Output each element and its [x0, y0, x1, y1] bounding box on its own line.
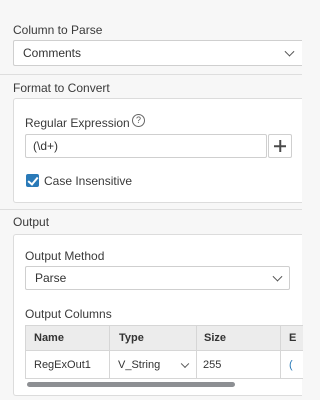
chevron-down-icon[interactable] [180, 359, 190, 368]
column-header-size: Size [204, 332, 227, 344]
chevron-down-icon [284, 46, 295, 57]
column-header-type: Type [119, 332, 144, 344]
chevron-down-icon [272, 271, 283, 282]
column-header-name: Name [34, 332, 64, 344]
column-to-parse-select[interactable]: Comments [13, 40, 302, 66]
case-insensitive-checkbox[interactable] [26, 174, 39, 187]
output-method-select[interactable]: Parse [25, 266, 290, 290]
section-divider [0, 74, 302, 75]
row-extra-cell[interactable]: ( [289, 351, 293, 378]
horizontal-scrollbar[interactable] [25, 382, 303, 387]
column-separator [280, 326, 281, 350]
column-to-parse-value: Comments [23, 46, 82, 60]
format-to-convert-label: Format to Convert [13, 81, 110, 95]
column-to-parse-label: Column to Parse [13, 23, 103, 37]
row-name-cell[interactable]: RegExOut1 [34, 351, 91, 378]
case-insensitive-label: Case Insensitive [44, 174, 133, 188]
regular-expression-input[interactable]: (\d+) [25, 134, 267, 158]
format-to-convert-panel: Regular Expression ? (\d+) Case Insensit… [13, 98, 302, 203]
add-expression-button[interactable] [268, 134, 292, 158]
output-label: Output [13, 215, 50, 229]
table-row[interactable]: RegExOut1 V_String 255 ( [25, 351, 303, 379]
row-type-cell[interactable]: V_String [118, 351, 160, 378]
output-columns-label: Output Columns [25, 307, 112, 321]
column-separator [196, 326, 197, 350]
regular-expression-value: (\d+) [33, 139, 59, 153]
column-separator [109, 326, 110, 350]
section-divider [0, 209, 302, 210]
output-method-value: Parse [35, 271, 67, 285]
output-method-label: Output Method [25, 249, 105, 263]
column-separator [109, 351, 110, 378]
column-separator [280, 351, 281, 378]
row-size-cell[interactable]: 255 [203, 351, 221, 378]
help-icon[interactable]: ? [132, 114, 145, 127]
column-separator [196, 351, 197, 378]
output-columns-header: Name Type Size E [25, 325, 303, 351]
regular-expression-label: Regular Expression [25, 116, 130, 130]
column-header-extra: E [289, 332, 297, 344]
scrollbar-thumb[interactable] [27, 382, 235, 387]
output-panel: Output Method Parse Output Columns Name … [13, 234, 303, 396]
